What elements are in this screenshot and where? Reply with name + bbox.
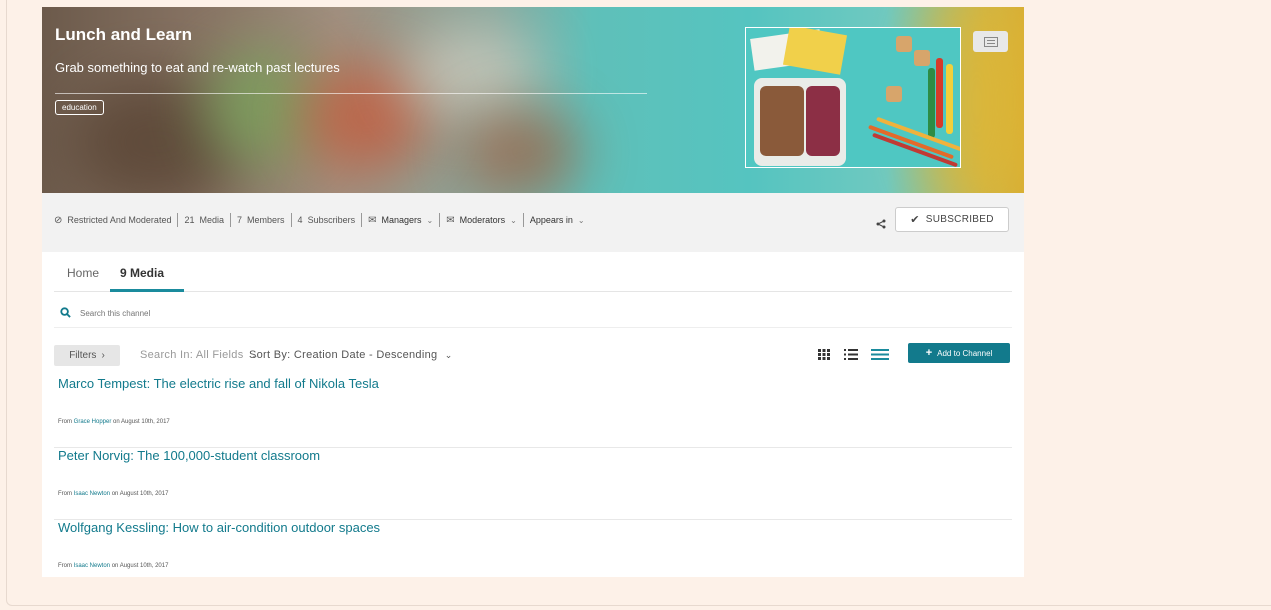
banner-divider	[55, 93, 647, 94]
media-owner-link[interactable]: Isaac Newton	[74, 563, 110, 569]
media-count-label: Media	[199, 215, 224, 225]
search-icon[interactable]	[60, 307, 71, 318]
active-tab-indicator	[110, 289, 184, 292]
subscribers-count: 4	[297, 215, 303, 225]
restriction-label: Restricted And Moderated	[67, 215, 172, 225]
media-date: on August 10th, 2017	[111, 491, 169, 497]
channel-title: Lunch and Learn	[55, 25, 192, 44]
banner-background-blob	[402, 27, 542, 117]
sort-by-dropdown[interactable]: Sort By: Creation Date - Descending ⌄	[249, 349, 453, 361]
media-count: 21	[184, 215, 195, 225]
prohibited-icon: ⊘	[54, 214, 63, 226]
media-owner-link[interactable]: Grace Hopper	[74, 419, 112, 425]
plus-icon: +	[925, 347, 933, 359]
byline-from: From	[58, 419, 72, 425]
divider	[230, 213, 231, 227]
channel-meta-bar: ⊘ Restricted And Moderated 21 Media 7 Me…	[42, 193, 1024, 252]
byline-from: From	[58, 491, 72, 497]
members-count-label: Members	[247, 215, 285, 225]
thumbnail-grapes	[806, 86, 840, 156]
share-button[interactable]	[876, 219, 886, 232]
media-byline: From Grace Hopper on August 10th, 2017	[58, 419, 170, 425]
add-to-channel-label: Add to Channel	[937, 348, 993, 358]
search-in-dropdown[interactable]: Search In: All Fields ⌄	[140, 349, 259, 361]
media-byline: From Isaac Newton on August 10th, 2017	[58, 491, 168, 497]
channel-description: Grab something to eat and re-watch past …	[55, 60, 340, 75]
chevron-down-icon: ⌄	[510, 215, 517, 225]
subscribed-button[interactable]: ✔ SUBSCRIBED	[895, 207, 1009, 232]
divider	[522, 213, 524, 227]
thumbnail-pencil	[872, 132, 958, 167]
tab-media[interactable]: 9 Media	[120, 266, 164, 280]
filters-label: Filters	[69, 350, 97, 361]
filters-button[interactable]: Filters ›	[54, 345, 120, 366]
thumbnail-cracker	[914, 50, 930, 66]
thumbnail-sticky-note	[782, 28, 848, 75]
banner-background-blob	[462, 107, 582, 193]
media-owner-link[interactable]: Isaac Newton	[74, 491, 110, 497]
moderators-dropdown[interactable]: ✉ Moderators ⌄	[446, 215, 517, 226]
media-list-item: Peter Norvig: The 100,000-student classr…	[54, 448, 1012, 520]
divider	[177, 213, 179, 227]
envelope-icon: ✉	[368, 214, 377, 226]
channel-details: ⊘ Restricted And Moderated 21 Media 7 Me…	[54, 213, 585, 227]
share-icon	[876, 219, 886, 229]
card-icon	[983, 36, 998, 47]
channel-thumbnail	[745, 27, 961, 168]
tab-home[interactable]: Home	[67, 266, 99, 280]
thumbnail-marker	[928, 68, 935, 138]
chevron-down-icon: ⌄	[426, 215, 434, 225]
moderators-label: Moderators	[459, 215, 506, 225]
media-list-item: Wolfgang Kessling: How to air-condition …	[54, 520, 1012, 577]
chevron-down-icon: ⌄	[577, 215, 585, 225]
channel-tabs: Home 9 Media	[54, 252, 1012, 292]
search-in-label: Search In: All Fields	[140, 349, 244, 361]
sort-by-label: Sort By: Creation Date - Descending	[249, 349, 438, 361]
compact-list-icon[interactable]	[871, 347, 889, 361]
divider	[290, 213, 292, 227]
media-date: on August 10th, 2017	[111, 563, 169, 569]
thumbnail-marker	[946, 64, 953, 134]
media-list-item: Marco Tempest: The electric rise and fal…	[54, 376, 1012, 448]
channel-banner: Lunch and Learn Grab something to eat an…	[42, 7, 1024, 193]
subscribers-count-label: Subscribers	[307, 215, 356, 225]
app-frame: Lunch and Learn Grab something to eat an…	[6, 0, 1271, 606]
members-count: 7	[237, 215, 243, 225]
thumbnail-marker	[936, 58, 943, 128]
chevron-down-icon: ⌄	[444, 350, 453, 360]
byline-from: From	[58, 563, 72, 569]
appears-in-dropdown[interactable]: Appears in ⌄	[530, 215, 585, 225]
divider	[361, 213, 363, 227]
grid-view-icon[interactable]	[816, 347, 832, 361]
add-to-channel-button[interactable]: + Add to Channel	[908, 343, 1010, 363]
channel-page: Lunch and Learn Grab something to eat an…	[42, 7, 1024, 577]
thumbnail-cracker	[886, 86, 902, 102]
divider	[439, 213, 441, 227]
thumbnail-sandwich	[760, 86, 804, 156]
channel-search	[54, 303, 1012, 328]
media-title[interactable]: Wolfgang Kessling: How to air-condition …	[58, 520, 380, 535]
media-date: on August 10th, 2017	[113, 419, 170, 425]
subscribed-label: SUBSCRIBED	[925, 214, 994, 225]
envelope-icon: ✉	[446, 214, 455, 226]
search-input[interactable]	[80, 305, 680, 321]
edit-banner-button[interactable]	[973, 31, 1008, 52]
appears-in-label: Appears in	[529, 215, 573, 225]
check-icon: ✔	[910, 214, 920, 226]
chevron-right-icon: ›	[101, 350, 105, 361]
media-title[interactable]: Marco Tempest: The electric rise and fal…	[58, 376, 379, 391]
managers-label: Managers	[381, 215, 422, 225]
managers-dropdown[interactable]: ✉ Managers ⌄	[368, 215, 433, 226]
media-title[interactable]: Peter Norvig: The 100,000-student classr…	[58, 448, 320, 463]
list-view-icon[interactable]	[843, 347, 859, 361]
channel-tag[interactable]: education	[55, 100, 104, 115]
media-byline: From Isaac Newton on August 10th, 2017	[58, 563, 168, 569]
thumbnail-cracker	[896, 36, 912, 52]
